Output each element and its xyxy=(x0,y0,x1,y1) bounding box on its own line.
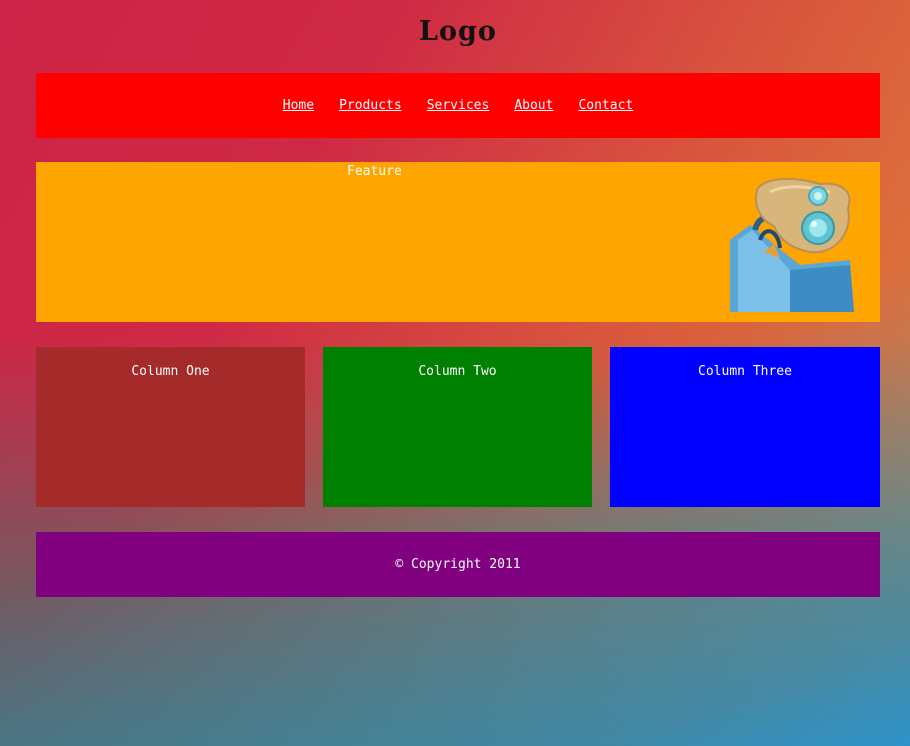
column-one: Column One xyxy=(36,347,305,507)
feature-section: Feature xyxy=(36,162,880,322)
nav-link-products[interactable]: Products xyxy=(339,98,402,113)
nav-link-about[interactable]: About xyxy=(514,98,553,113)
robot-figure-icon xyxy=(730,177,854,312)
nav-link-contact[interactable]: Contact xyxy=(578,98,633,113)
logo[interactable]: Logo xyxy=(36,16,880,47)
column-two-label: Column Two xyxy=(418,364,497,379)
copyright-text: © Copyright 2011 xyxy=(395,557,521,572)
column-two: Column Two xyxy=(323,347,592,507)
feature-title: Feature xyxy=(347,164,402,179)
column-one-label: Column One xyxy=(131,364,210,379)
nav-link-services[interactable]: Services xyxy=(427,98,490,113)
column-three: Column Three xyxy=(610,347,880,507)
footer: © Copyright 2011 xyxy=(36,532,880,597)
column-three-label: Column Three xyxy=(698,364,792,379)
main-nav: Home Products Services About Contact xyxy=(36,73,880,138)
nav-link-home[interactable]: Home xyxy=(283,98,314,113)
